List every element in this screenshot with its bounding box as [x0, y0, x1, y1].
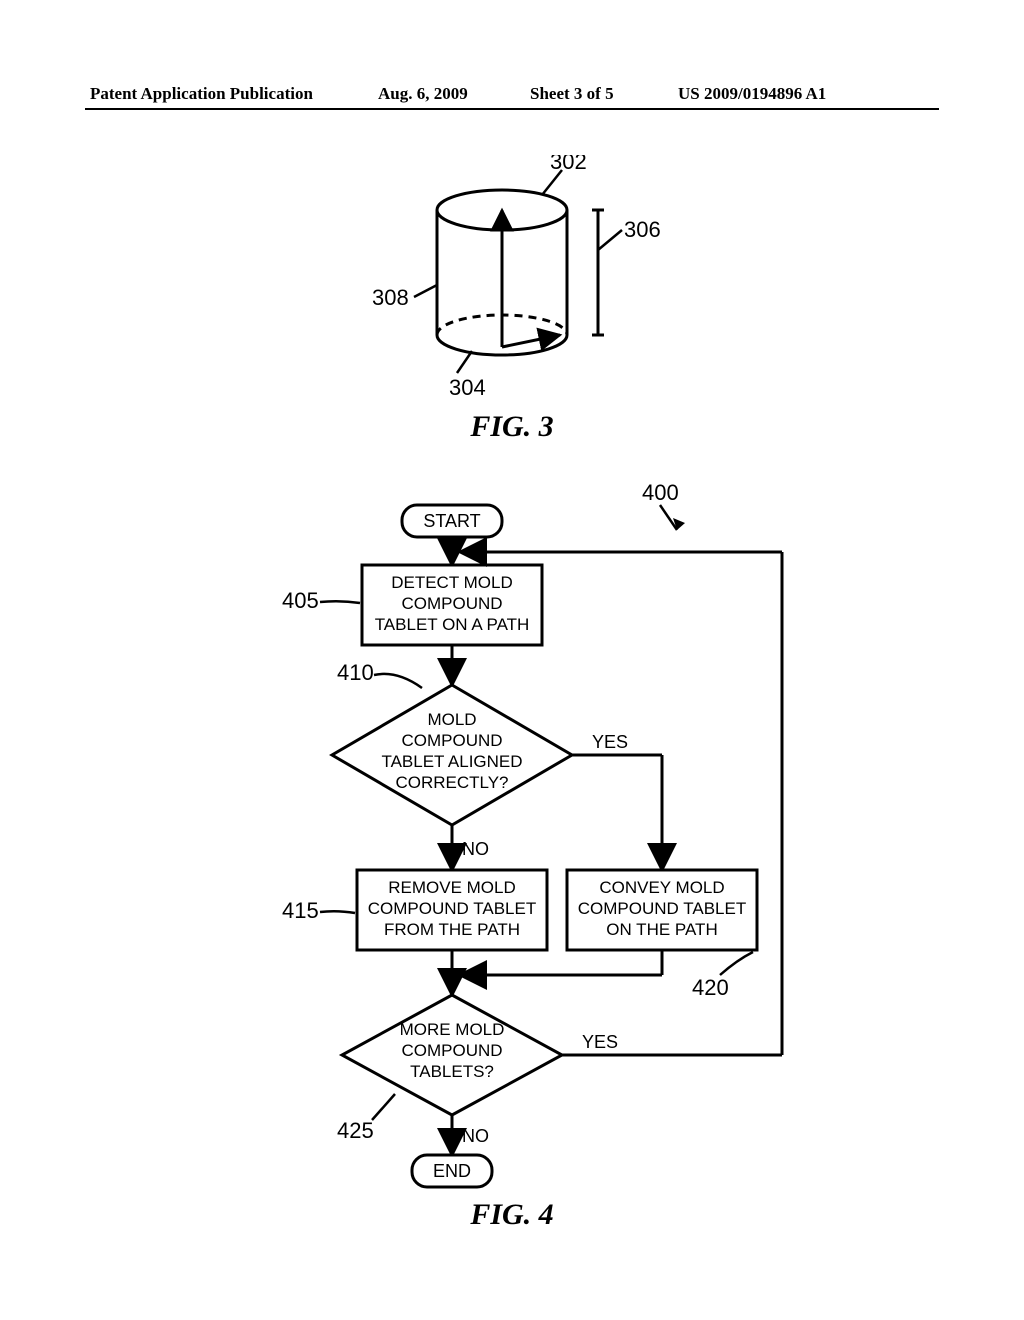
ref-306: 306 — [624, 217, 661, 242]
fig4-label: FIG. 4 — [0, 1198, 1024, 1232]
header-sheet: Sheet 3 of 5 — [530, 84, 614, 104]
dec410-l3: TABLET ALIGNED — [381, 752, 522, 771]
dec410-l4: CORRECTLY? — [395, 773, 508, 792]
ref-400: 400 — [642, 480, 679, 505]
header-date: Aug. 6, 2009 — [378, 84, 468, 104]
fig3-label: FIG. 3 — [0, 410, 1024, 444]
ref-410: 410 — [337, 660, 374, 685]
step420-l1: CONVEY MOLD — [599, 878, 724, 897]
no-410: NO — [462, 839, 489, 859]
dec425-l1: MORE MOLD — [400, 1020, 505, 1039]
yes-410: YES — [592, 732, 628, 752]
step415-l1: REMOVE MOLD — [388, 878, 516, 897]
start-label: START — [423, 511, 480, 531]
step415-l2: COMPOUND TABLET — [368, 899, 536, 918]
step405-l1: DETECT MOLD — [391, 573, 513, 592]
header-rule — [85, 108, 939, 110]
dec410-l1: MOLD — [427, 710, 476, 729]
ref-304: 304 — [449, 375, 486, 400]
ref-405: 405 — [282, 588, 319, 613]
step405-l2: COMPOUND — [401, 594, 502, 613]
header-pubno: US 2009/0194896 A1 — [678, 84, 826, 104]
end-label: END — [433, 1161, 471, 1181]
step405-l3: TABLET ON A PATH — [375, 615, 530, 634]
dec425-l3: TABLETS? — [410, 1062, 494, 1081]
ref-420: 420 — [692, 975, 729, 1000]
yes-425: YES — [582, 1032, 618, 1052]
ref-425: 425 — [337, 1118, 374, 1143]
step420-l3: ON THE PATH — [606, 920, 717, 939]
ref-308: 308 — [372, 285, 409, 310]
dec425-l2: COMPOUND — [401, 1041, 502, 1060]
no-425: NO — [462, 1126, 489, 1146]
ref-302: 302 — [550, 155, 587, 174]
ref-415: 415 — [282, 898, 319, 923]
figure-4: 400 START DETECT MOLD COMPOUND TABLET ON… — [0, 470, 1024, 1230]
fig4-svg: 400 START DETECT MOLD COMPOUND TABLET ON… — [162, 470, 862, 1230]
dec410-l2: COMPOUND — [401, 731, 502, 750]
header-left: Patent Application Publication — [90, 84, 313, 104]
step420-l2: COMPOUND TABLET — [578, 899, 746, 918]
step415-l3: FROM THE PATH — [384, 920, 520, 939]
